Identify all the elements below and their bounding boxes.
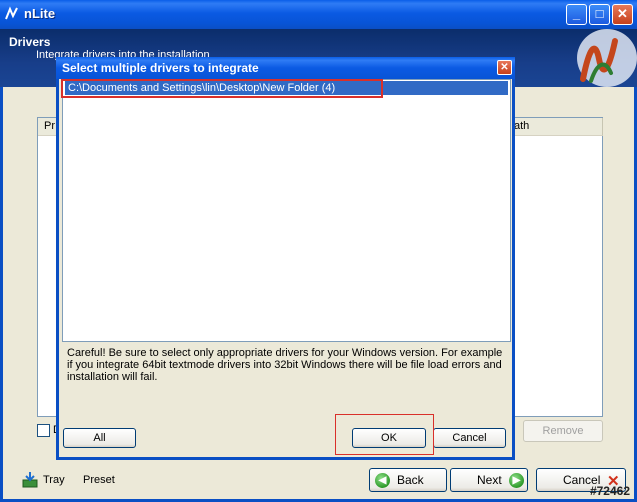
next-button[interactable]: Next ▶ (450, 468, 528, 492)
maximize-icon[interactable]: □ (589, 4, 610, 25)
back-label: Back (397, 473, 424, 487)
window-titlebar[interactable]: nLite _ □ ✕ (0, 0, 637, 29)
watermark: #72462 (589, 484, 630, 498)
remove-button[interactable]: Remove (523, 420, 603, 442)
window-title: nLite (24, 6, 56, 21)
dialog-close-icon[interactable]: ✕ (497, 60, 512, 75)
dialog-cancel-button[interactable]: Cancel (433, 428, 506, 448)
driver-folder-list[interactable]: C:\Documents and Settings\lin\Desktop\Ne… (62, 79, 511, 342)
tray-label: Tray (43, 474, 65, 486)
option-checkbox[interactable] (37, 424, 50, 437)
dialog-titlebar[interactable]: Select multiple drivers to integrate ✕ (56, 57, 515, 79)
nlite-logo (577, 29, 637, 87)
highlight-box (61, 79, 383, 98)
highlight-box (335, 414, 434, 455)
minimize-icon[interactable]: _ (566, 4, 587, 25)
column-header-path[interactable]: ath (508, 118, 603, 136)
tray-icon (22, 472, 38, 488)
dialog-title: Select multiple drivers to integrate (62, 61, 259, 75)
close-icon[interactable]: ✕ (612, 4, 633, 25)
back-arrow-icon: ◀ (375, 473, 390, 488)
next-arrow-icon: ▶ (509, 473, 524, 488)
back-button[interactable]: ◀ Back (369, 468, 447, 492)
preset-button[interactable]: Preset (83, 474, 115, 486)
select-drivers-dialog: Select multiple drivers to integrate ✕ C… (56, 57, 515, 460)
nlite-icon (5, 6, 18, 20)
warning-message: Careful! Be sure to select only appropri… (67, 347, 503, 383)
bottom-bar: Tray Preset ◀ Back Next ▶ Cancel ✕ #7246… (0, 460, 637, 502)
all-button[interactable]: All (63, 428, 136, 448)
next-label: Next (477, 473, 502, 487)
page-title: Drivers (9, 35, 51, 49)
